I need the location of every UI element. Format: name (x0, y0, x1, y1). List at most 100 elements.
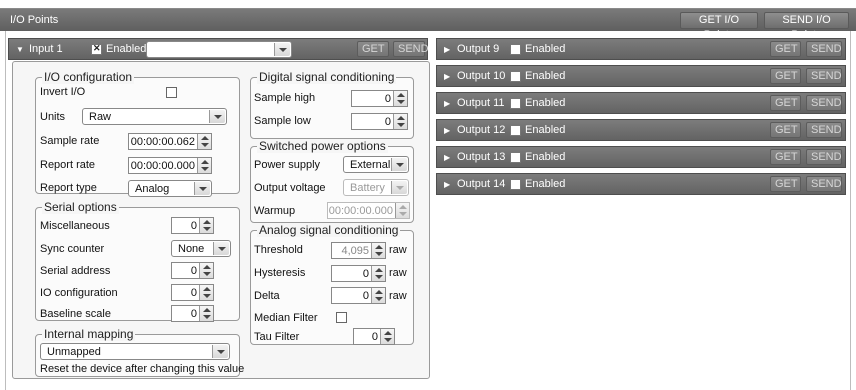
report-rate-label: Report rate (40, 159, 96, 171)
output-panel[interactable]: ▶ Output 10 Enabled GET SEND (436, 65, 846, 87)
output-enabled-label: Enabled (525, 151, 566, 163)
triangle-right-icon[interactable]: ▶ (444, 45, 450, 54)
median-filter-checkbox[interactable] (336, 312, 347, 323)
output-panel[interactable]: ▶ Output 13 Enabled GET SEND (436, 146, 846, 168)
miscellaneous-label: Miscellaneous (40, 220, 110, 232)
io-configuration-stepper[interactable]: 0 (171, 284, 214, 301)
baseline-scale-label: Baseline scale (40, 308, 111, 320)
threshold-stepper[interactable]: 4,095 (331, 242, 386, 259)
sample-rate-stepper[interactable]: 00:00:00.062 (128, 133, 212, 150)
report-type-label: Report type (40, 182, 97, 194)
output-send-button[interactable]: SEND (806, 41, 842, 57)
hysteresis-unit: raw (389, 267, 407, 279)
output-send-button[interactable]: SEND (806, 176, 842, 192)
miscellaneous-stepper[interactable]: 0 (171, 217, 214, 234)
triangle-right-icon[interactable]: ▶ (444, 126, 450, 135)
warmup-stepper: 00:00:00.000 (327, 202, 410, 219)
output-enabled-checkbox[interactable] (510, 152, 521, 163)
input-1-enabled-checkbox[interactable] (91, 43, 102, 55)
output-send-button[interactable]: SEND (806, 68, 842, 84)
serial-address-stepper[interactable]: 0 (171, 262, 214, 279)
switched-power-options-legend: Switched power options (257, 139, 388, 153)
input-1-mode-select[interactable]: Multiple PNP Input (146, 41, 292, 58)
spinner-arrows-icon[interactable] (380, 329, 394, 344)
spinner-arrows-icon[interactable] (371, 266, 385, 281)
sync-counter-label: Sync counter (40, 243, 105, 255)
sample-high-stepper[interactable]: 0 (351, 90, 408, 107)
output-enabled-checkbox[interactable] (510, 125, 521, 136)
output-panel[interactable]: ▶ Output 9 Enabled GET SEND (436, 38, 846, 60)
output-get-button[interactable]: GET (770, 41, 801, 57)
output-enabled-checkbox[interactable] (510, 98, 521, 109)
spinner-arrows-icon[interactable] (197, 158, 211, 173)
output-get-button[interactable]: GET (770, 95, 801, 111)
output-enabled-checkbox[interactable] (510, 71, 521, 82)
digital-signal-conditioning-group: Digital signal conditioning Sample high … (250, 70, 414, 139)
triangle-right-icon[interactable]: ▶ (444, 180, 450, 189)
tau-filter-stepper[interactable]: 0 (353, 328, 395, 345)
triangle-right-icon[interactable]: ▶ (444, 153, 450, 162)
invert-io-checkbox[interactable] (166, 87, 177, 98)
spinner-arrows-icon[interactable] (199, 263, 213, 278)
sample-rate-label: Sample rate (40, 135, 100, 147)
serial-options-legend: Serial options (42, 200, 119, 214)
sample-low-stepper[interactable]: 0 (351, 113, 408, 130)
output-enabled-label: Enabled (525, 97, 566, 109)
units-select[interactable]: Raw (82, 108, 227, 125)
spinner-arrows-icon[interactable] (199, 285, 213, 300)
output-panel[interactable]: ▶ Output 12 Enabled GET SEND (436, 119, 846, 141)
triangle-right-icon[interactable]: ▶ (444, 72, 450, 81)
internal-mapping-select[interactable]: Unmapped (40, 343, 230, 360)
digital-signal-conditioning-legend: Digital signal conditioning (257, 70, 397, 84)
output-enabled-label: Enabled (525, 178, 566, 190)
output-get-button[interactable]: GET (770, 122, 801, 138)
internal-mapping-legend: Internal mapping (42, 327, 136, 341)
chevron-down-icon (212, 345, 228, 358)
chevron-down-icon (213, 242, 229, 255)
triangle-right-icon[interactable]: ▶ (444, 99, 450, 108)
output-label: Output 9 (457, 43, 500, 55)
baseline-scale-stepper[interactable]: 0 (171, 305, 214, 322)
input-1-send-button[interactable]: SEND (393, 41, 429, 57)
spinner-arrows-icon[interactable] (393, 114, 407, 129)
input-1-header[interactable]: ▼ Input 1 Enabled Multiple PNP Input GET… (8, 38, 429, 60)
spinner-arrows-icon[interactable] (393, 91, 407, 106)
power-supply-select[interactable]: External (343, 156, 409, 173)
hysteresis-stepper[interactable]: 0 (331, 265, 386, 282)
output-enabled-checkbox[interactable] (510, 179, 521, 190)
output-panel[interactable]: ▶ Output 11 Enabled GET SEND (436, 92, 846, 114)
delta-stepper[interactable]: 0 (331, 287, 386, 304)
spinner-arrows-icon[interactable] (371, 288, 385, 303)
output-panel[interactable]: ▶ Output 14 Enabled GET SEND (436, 173, 846, 195)
triangle-down-icon[interactable]: ▼ (16, 45, 24, 54)
tau-filter-label: Tau Filter (254, 331, 300, 343)
warmup-label: Warmup (254, 205, 296, 217)
output-get-button[interactable]: GET (770, 149, 801, 165)
output-voltage-select: Battery (343, 179, 409, 196)
spinner-arrows-icon[interactable] (199, 306, 213, 321)
send-io-points-button[interactable]: SEND I/O Points (764, 12, 849, 41)
spinner-arrows-icon[interactable] (371, 243, 385, 258)
output-send-button[interactable]: SEND (806, 95, 842, 111)
serial-options-group: Serial options Miscellaneous 0 Sync coun… (35, 200, 240, 322)
output-send-button[interactable]: SEND (806, 149, 842, 165)
sync-counter-select[interactable]: None (171, 240, 231, 257)
output-enabled-checkbox[interactable] (510, 44, 521, 55)
chevron-down-icon (391, 158, 407, 171)
reset-device-note: Reset the device after changing this val… (40, 363, 245, 375)
report-rate-stepper[interactable]: 00:00:00.000 (128, 157, 212, 174)
output-send-button[interactable]: SEND (806, 122, 842, 138)
spinner-arrows-icon[interactable] (199, 218, 213, 233)
output-voltage-label: Output voltage (254, 182, 326, 194)
output-get-button[interactable]: GET (770, 68, 801, 84)
output-label: Output 14 (457, 178, 506, 190)
output-get-button[interactable]: GET (770, 176, 801, 192)
switched-power-options-group: Switched power options Power supply Exte… (250, 139, 414, 223)
get-io-points-button[interactable]: GET I/O Points (680, 12, 758, 41)
report-type-select[interactable]: Analog (128, 180, 212, 197)
chevron-down-icon (391, 181, 407, 194)
chevron-down-icon (209, 110, 225, 123)
io-points-header: I/O Points GET I/O Points SEND I/O Point… (0, 8, 856, 41)
input-1-get-button[interactable]: GET (357, 41, 389, 57)
spinner-arrows-icon[interactable] (197, 134, 211, 149)
